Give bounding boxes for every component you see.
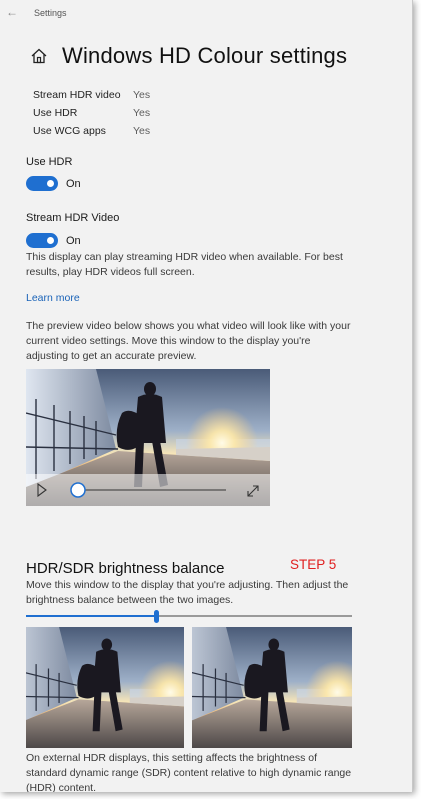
info-label: Use WCG apps [33,125,106,137]
toggle-state-label: On [66,177,81,190]
toggle-switch[interactable] [26,233,58,248]
window-title: Settings [34,8,67,18]
settings-window: ← Settings Windows HD Colour settings St… [0,0,413,792]
preview-intro-text: The preview video below shows you what v… [26,320,351,362]
stream-hdr-description: This display can play streaming HDR vide… [26,251,343,278]
stream-hdr-toggle[interactable]: On [26,233,81,248]
brightness-balance-footnote: On external HDR displays, this setting a… [26,752,352,792]
sdr-comparison-image [26,627,184,748]
page-title: Windows HD Colour settings [62,43,348,68]
brightness-balance-instruction: Move this window to the display that you… [26,579,349,606]
seek-thumb[interactable] [70,482,86,498]
info-label: Use HDR [33,107,78,119]
toggle-state-label: On [66,234,81,247]
stream-hdr-label: Stream HDR Video [26,212,120,224]
home-icon [31,48,47,64]
brightness-balance-heading: HDR/SDR brightness balance [26,560,225,577]
brightness-slider-fill [26,615,157,617]
preview-video[interactable] [26,369,270,506]
video-controls [26,474,270,506]
use-hdr-label: Use HDR [26,156,73,168]
brightness-slider-thumb[interactable] [153,610,159,623]
title-bar: ← Settings [0,0,412,26]
sdr-image [26,627,184,748]
info-row: Stream HDR video Yes [33,86,150,104]
info-value: Yes [133,107,151,119]
info-value: Yes [133,89,151,101]
info-row: Use WCG apps Yes [33,122,150,140]
back-arrow-icon[interactable]: ← [6,5,18,19]
info-label: Stream HDR video [33,89,121,101]
use-hdr-toggle[interactable]: On [26,176,81,191]
info-value: Yes [133,125,151,137]
info-row: Use HDR Yes [33,104,150,122]
toggle-switch[interactable] [26,176,58,191]
page-header: Windows HD Colour settings [30,41,347,71]
step-label: STEP 5 [290,557,337,572]
learn-more-link[interactable]: Learn more [26,292,80,304]
display-info-table: Stream HDR video Yes Use HDR Yes Use WCG… [33,86,150,140]
hdr-comparison-image [192,627,352,748]
hdr-image [192,627,352,748]
